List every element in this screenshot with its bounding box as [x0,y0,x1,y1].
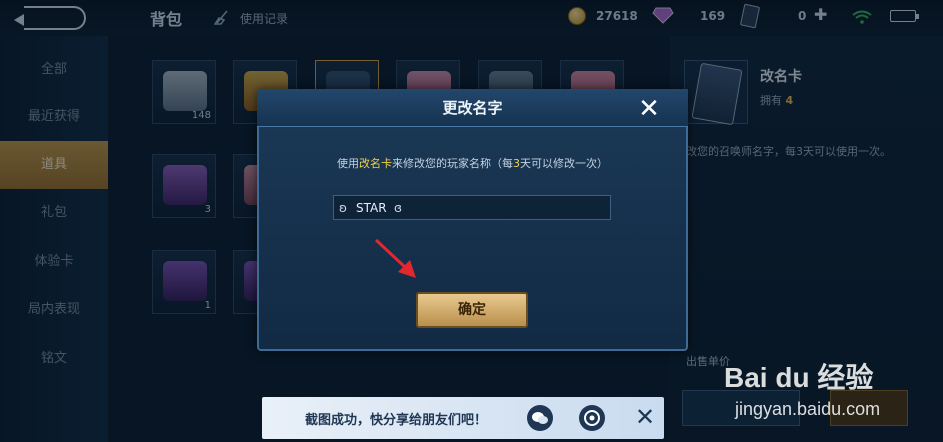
msg-item-name: 改名卡 [359,157,392,170]
close-icon[interactable]: ✕ [636,96,662,122]
player-name-input[interactable] [333,195,611,220]
red-arrow-icon [372,236,420,282]
toast-message: 截图成功，快分享给朋友们吧！ [305,413,488,428]
msg-middle: 来修改您的玩家名称（每 [392,157,513,170]
msg-prefix: 使用 [337,157,359,170]
name-decoration-right-icon: ɞ [394,201,402,215]
baidu-watermark: Bai du 经验 [724,362,874,393]
msg-days: 3 [513,157,520,170]
confirm-button[interactable]: 确定 [416,292,528,328]
wechat-icon[interactable] [527,405,553,431]
msg-suffix: 天可以修改一次） [520,157,608,170]
name-decoration-left-icon: ʚ [339,201,347,215]
baidu-watermark-url: jingyan.baidu.com [735,399,881,419]
dialog-message: 使用改名卡来修改您的玩家名称（每3天可以修改一次） [257,155,688,171]
moments-icon[interactable] [579,405,605,431]
dialog-title: 更改名字 [442,99,503,117]
toast-close-icon[interactable]: ✕ [632,404,658,430]
